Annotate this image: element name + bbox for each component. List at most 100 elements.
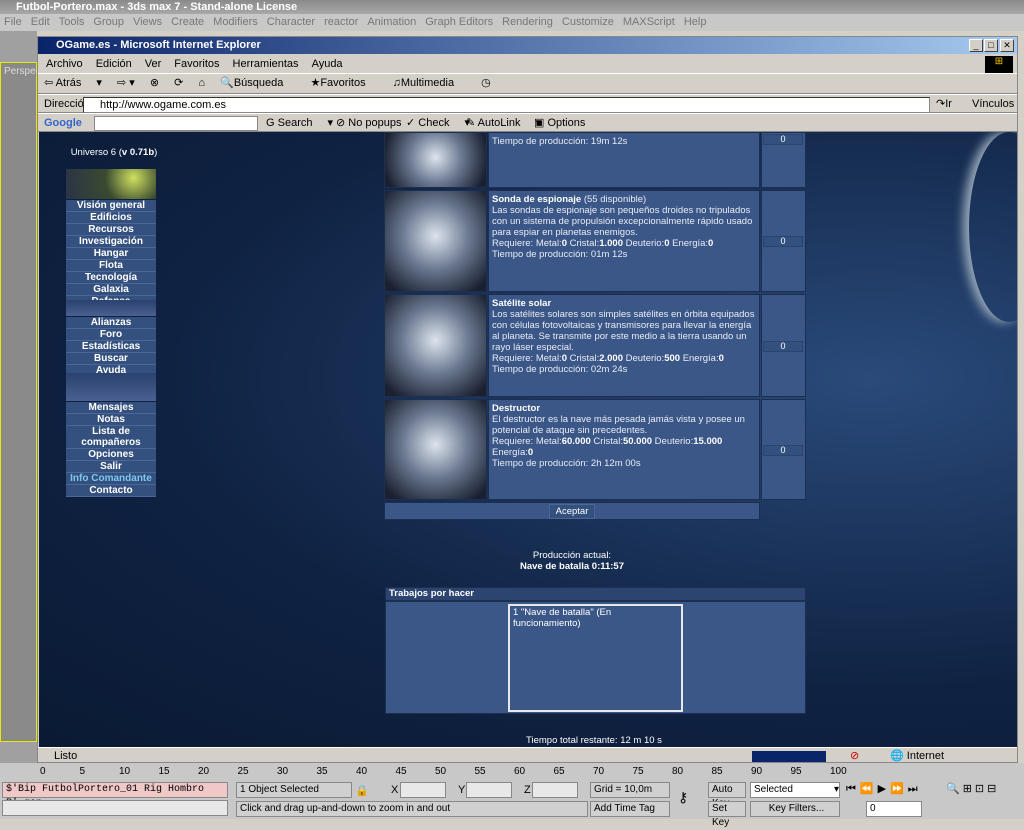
spell-check-button[interactable]: ✓ Check ▾ (406, 114, 470, 133)
ie-menu-item[interactable]: Archivo (46, 58, 83, 70)
nav-item[interactable]: Visión general (66, 200, 156, 212)
google-search-input[interactable] (94, 116, 258, 131)
ie-menu-item[interactable]: Favoritos (174, 58, 219, 70)
go-button[interactable]: ↷Ir (936, 95, 964, 114)
x-coordinate-input[interactable] (400, 782, 446, 798)
google-search-button[interactable]: G Search ▾ (266, 114, 333, 133)
nav-item[interactable]: Galaxia (66, 284, 156, 296)
search-button[interactable]: 🔍Búsqueda (220, 77, 295, 89)
max-menu-item[interactable]: Views (133, 16, 162, 28)
ship-quantity-input[interactable]: 0 (763, 340, 803, 352)
ship-image[interactable] (384, 190, 487, 292)
lock-icon[interactable]: 🔒 (355, 784, 369, 797)
media-button[interactable]: ♫Multimedia (393, 77, 466, 89)
max-menu-item[interactable]: reactor (324, 16, 358, 28)
max-menu-item[interactable]: Modifiers (213, 16, 258, 28)
max-menu-item[interactable]: File (4, 16, 22, 28)
history-icon[interactable]: ◷ (481, 77, 491, 89)
nav-item[interactable]: Foro (66, 329, 156, 341)
max-menu-item[interactable]: Tools (59, 16, 85, 28)
current-frame-input[interactable]: 0 (866, 801, 922, 817)
z-label: Z (524, 784, 531, 796)
refresh-icon[interactable]: ⟳ (174, 77, 183, 89)
viewport-navigation-controls[interactable]: 🔍⊞⊡⊟ (946, 782, 999, 795)
ship-image[interactable] (384, 294, 487, 397)
chevron-down-icon: ▾ (833, 784, 839, 795)
max-menu-item[interactable]: Create (171, 16, 204, 28)
nav-item[interactable]: Salir (66, 461, 156, 473)
maxscript-output[interactable] (2, 800, 228, 816)
set-key-button[interactable]: Set Key (708, 801, 746, 828)
popup-blocker-button[interactable]: ⊘ No popups (336, 114, 414, 133)
max-menu-item[interactable]: Rendering (502, 16, 553, 28)
favorites-button[interactable]: ★Favoritos (310, 77, 377, 89)
y-coordinate-input[interactable] (466, 782, 512, 798)
max-menu-item[interactable]: Help (684, 16, 707, 28)
max-menu-item[interactable]: MAXScript (623, 16, 675, 28)
ie-menu-item[interactable]: Ver (145, 58, 162, 70)
autolink-button[interactable]: ✎ AutoLink ▾ (466, 114, 541, 133)
key-mode-select[interactable]: Selected ▾ (750, 782, 840, 798)
max-menu-item[interactable]: Character (267, 16, 315, 28)
queue-item[interactable]: 1 "Nave de batalla" (En funcionamiento) (513, 607, 678, 629)
nav-item[interactable]: Edificios (66, 212, 156, 224)
ie-menu-item[interactable]: Herramientas (233, 58, 299, 70)
address-input[interactable]: http://www.ogame.com.es (83, 97, 930, 113)
key-filters-button[interactable]: Key Filters... (750, 801, 840, 817)
maximize-button[interactable]: □ (984, 39, 998, 52)
google-logo[interactable]: Google (44, 117, 82, 129)
queue-list[interactable]: 1 "Nave de batalla" (En funcionamiento) (508, 604, 683, 712)
ship-image[interactable] (384, 399, 487, 500)
nav-item[interactable]: Hangar (66, 248, 156, 260)
ship-quantity-input[interactable]: 0 (763, 134, 803, 145)
back-button[interactable]: ⇦ Atrás ▾ (44, 77, 102, 89)
ie-menu-bar: Archivo Edición Ver Favoritos Herramientas Ay… (38, 55, 1017, 73)
nav-item[interactable]: Mensajes (66, 402, 156, 414)
max-menu-item[interactable]: Group (93, 16, 124, 28)
nav-item[interactable]: Flota (66, 260, 156, 272)
home-icon[interactable]: ⌂ (198, 77, 205, 89)
nav-item[interactable]: Investigación (66, 236, 156, 248)
add-time-tag[interactable]: Add Time Tag (590, 801, 670, 817)
auto-key-button[interactable]: Auto Key (708, 782, 746, 809)
max-menu-item[interactable]: Graph Editors (425, 16, 493, 28)
nav-item[interactable]: Info Comandante (66, 473, 156, 485)
ie-menu-item[interactable]: Ayuda (312, 58, 343, 70)
ie-menu-item[interactable]: Edición (96, 58, 132, 70)
close-button[interactable]: ✕ (1000, 39, 1014, 52)
ship-quantity-input[interactable]: 0 (763, 236, 803, 247)
forward-button[interactable]: ⇨ ▾ (117, 77, 135, 89)
nav-item[interactable]: Contacto (66, 485, 156, 497)
max-menu-item[interactable]: Animation (367, 16, 416, 28)
maxscript-listener[interactable]: $'Bip FutbolPortero_01 Rig Hombro R'.gen (2, 782, 228, 809)
timeline-tick-label: 0 (40, 766, 46, 777)
accept-button[interactable]: Aceptar (548, 504, 596, 519)
playback-controls[interactable]: ⏮⏪▶⏩⏭ (846, 782, 922, 796)
ship-requirements: Requiere: Metal:60.000 Cristal:50.000 De… (492, 436, 756, 458)
viewport-perspective[interactable]: Perspec (0, 62, 41, 742)
links-button[interactable]: Vínculos (972, 95, 1014, 114)
nav-item[interactable]: Buscar (66, 353, 156, 365)
ship-quantity-input[interactable]: 0 (763, 444, 803, 456)
nav-item[interactable]: Opciones (66, 449, 156, 461)
max-menu-item[interactable]: Customize (562, 16, 614, 28)
timeline-ruler[interactable]: 0 5 10 15 20 25 30 35 40 45 50 55 60 65 70 75 80 85 90 95 10… (40, 766, 847, 780)
timeline-tick-label: 70 (593, 766, 605, 777)
nav-item[interactable]: Recursos (66, 224, 156, 236)
ship-name[interactable]: Sonda de espionaje (492, 194, 581, 205)
nav-item[interactable]: Tecnología (66, 272, 156, 284)
key-icon[interactable]: ⚷ (678, 789, 688, 806)
ship-image[interactable] (384, 132, 487, 188)
max-menu-item[interactable]: Edit (31, 16, 50, 28)
nav-item[interactable]: Estadísticas (66, 341, 156, 353)
ship-name[interactable]: Destructor (492, 403, 540, 414)
req-value-deuterio: 15.000 (693, 436, 723, 447)
nav-item[interactable]: Lista de compañeros (66, 426, 156, 449)
z-coordinate-input[interactable] (532, 782, 578, 798)
stop-icon[interactable]: ⊗ (150, 77, 159, 89)
minimize-button[interactable]: _ (969, 39, 983, 52)
nav-item[interactable]: Notas (66, 414, 156, 426)
ship-name[interactable]: Satélite solar (492, 298, 551, 309)
options-button[interactable]: ▣ Options (534, 114, 597, 133)
nav-item[interactable]: Alianzas (66, 317, 156, 329)
